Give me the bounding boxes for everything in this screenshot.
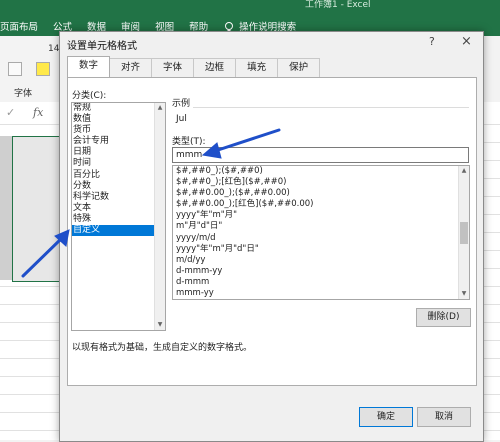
scroll-thumb[interactable] <box>460 222 468 244</box>
category-item[interactable]: 常规 <box>72 103 165 114</box>
type-input[interactable]: mmm <box>172 147 469 163</box>
category-item[interactable]: 特殊 <box>72 214 165 225</box>
selected-range[interactable] <box>12 136 62 282</box>
category-label: 分类(C): <box>72 91 107 101</box>
category-item[interactable]: 分数 <box>72 181 165 192</box>
format-code-item[interactable]: d-mmm-yy <box>173 266 469 277</box>
scroll-up-icon[interactable]: ▲ <box>156 104 164 112</box>
format-code-item[interactable]: yyyy"年"m"月" <box>173 210 469 221</box>
category-item[interactable]: 日期 <box>72 147 165 158</box>
format-code-item[interactable]: $#,##0.00_);($#,##0.00) <box>173 188 469 199</box>
format-code-item[interactable]: $#,##0_);($#,##0) <box>173 166 469 177</box>
borders-icon[interactable] <box>8 62 22 76</box>
cancel-button[interactable]: 取消 <box>417 407 471 427</box>
tab-protection[interactable]: 保护 <box>277 58 321 77</box>
close-icon[interactable]: × <box>461 34 472 49</box>
tab-font[interactable]: 字体 <box>151 58 195 77</box>
tab-alignment[interactable]: 对齐 <box>109 58 153 77</box>
sample-label: 示例 <box>172 96 194 109</box>
category-scrollbar[interactable]: ▲ ▼ <box>154 103 165 330</box>
format-cells-dialog: 设置单元格格式 ? × 数字 对齐 字体 边框 填充 保护 分类(C): 常规 … <box>59 31 484 442</box>
sample-group: 示例 Jul <box>172 96 469 130</box>
category-item[interactable]: 文本 <box>72 203 165 214</box>
sample-divider <box>172 107 469 108</box>
scroll-down-icon[interactable]: ▼ <box>460 290 468 298</box>
format-code-item[interactable]: d-mmm <box>173 277 469 288</box>
delete-button[interactable]: 删除(D) <box>416 308 471 327</box>
fill-color-icon[interactable] <box>36 62 50 76</box>
category-item-custom-selected[interactable]: 自定义 <box>72 225 165 237</box>
category-item[interactable]: 科学记数 <box>72 192 165 203</box>
format-code-item[interactable]: m/d/yy <box>173 255 469 266</box>
format-code-list[interactable]: $#,##0_);($#,##0) $#,##0_);[红色]($#,##0) … <box>172 165 470 300</box>
dialog-tabs: 数字 对齐 字体 边框 填充 保护 <box>67 56 321 78</box>
help-icon[interactable]: ? <box>429 35 435 48</box>
category-item[interactable]: 时间 <box>72 158 165 169</box>
ribbon-tab-page-layout[interactable]: 页面布局 <box>0 19 38 33</box>
tab-border[interactable]: 边框 <box>193 58 237 77</box>
format-list-scrollbar[interactable]: ▲ ▼ <box>458 166 469 299</box>
scroll-up-icon[interactable]: ▲ <box>460 167 468 175</box>
format-code-item[interactable]: yyyy"年"m"月"d"日" <box>173 244 469 255</box>
window-title: 工作簿1 - Excel <box>305 0 371 10</box>
insert-function-icon[interactable]: fx <box>33 106 43 119</box>
tab-number[interactable]: 数字 <box>67 56 111 77</box>
format-code-item[interactable]: m"月"d"日" <box>173 221 469 232</box>
ok-button[interactable]: 确定 <box>359 407 413 427</box>
format-code-item[interactable]: yyyy/m/d <box>173 233 469 244</box>
category-item[interactable]: 会计专用 <box>72 136 165 147</box>
format-code-item[interactable]: mmm-yy <box>173 288 469 299</box>
type-label: 类型(T): <box>172 137 206 147</box>
scroll-down-icon[interactable]: ▼ <box>156 321 164 329</box>
description-text: 以现有格式为基础，生成自定义的数字格式。 <box>72 343 253 353</box>
format-code-item[interactable]: $#,##0.00_);[红色]($#,##0.00) <box>173 199 469 210</box>
category-item[interactable]: 货币 <box>72 125 165 136</box>
category-item[interactable]: 数值 <box>72 114 165 125</box>
cancel-entry-icon[interactable]: ✓ <box>6 106 15 119</box>
dialog-title: 设置单元格格式 <box>67 41 137 52</box>
format-code-item[interactable]: $#,##0_);[红色]($#,##0) <box>173 177 469 188</box>
category-item[interactable]: 百分比 <box>72 170 165 181</box>
category-list[interactable]: 常规 数值 货币 会计专用 日期 时间 百分比 分数 科学记数 文本 特殊 自定… <box>71 102 166 331</box>
font-size-box[interactable]: 14 <box>48 44 59 54</box>
font-group-label: 字体 <box>14 89 33 99</box>
sample-value: Jul <box>176 114 187 124</box>
tab-fill[interactable]: 填充 <box>235 58 279 77</box>
number-tab-panel: 分类(C): 常规 数值 货币 会计专用 日期 时间 百分比 分数 科学记数 文… <box>67 77 477 386</box>
